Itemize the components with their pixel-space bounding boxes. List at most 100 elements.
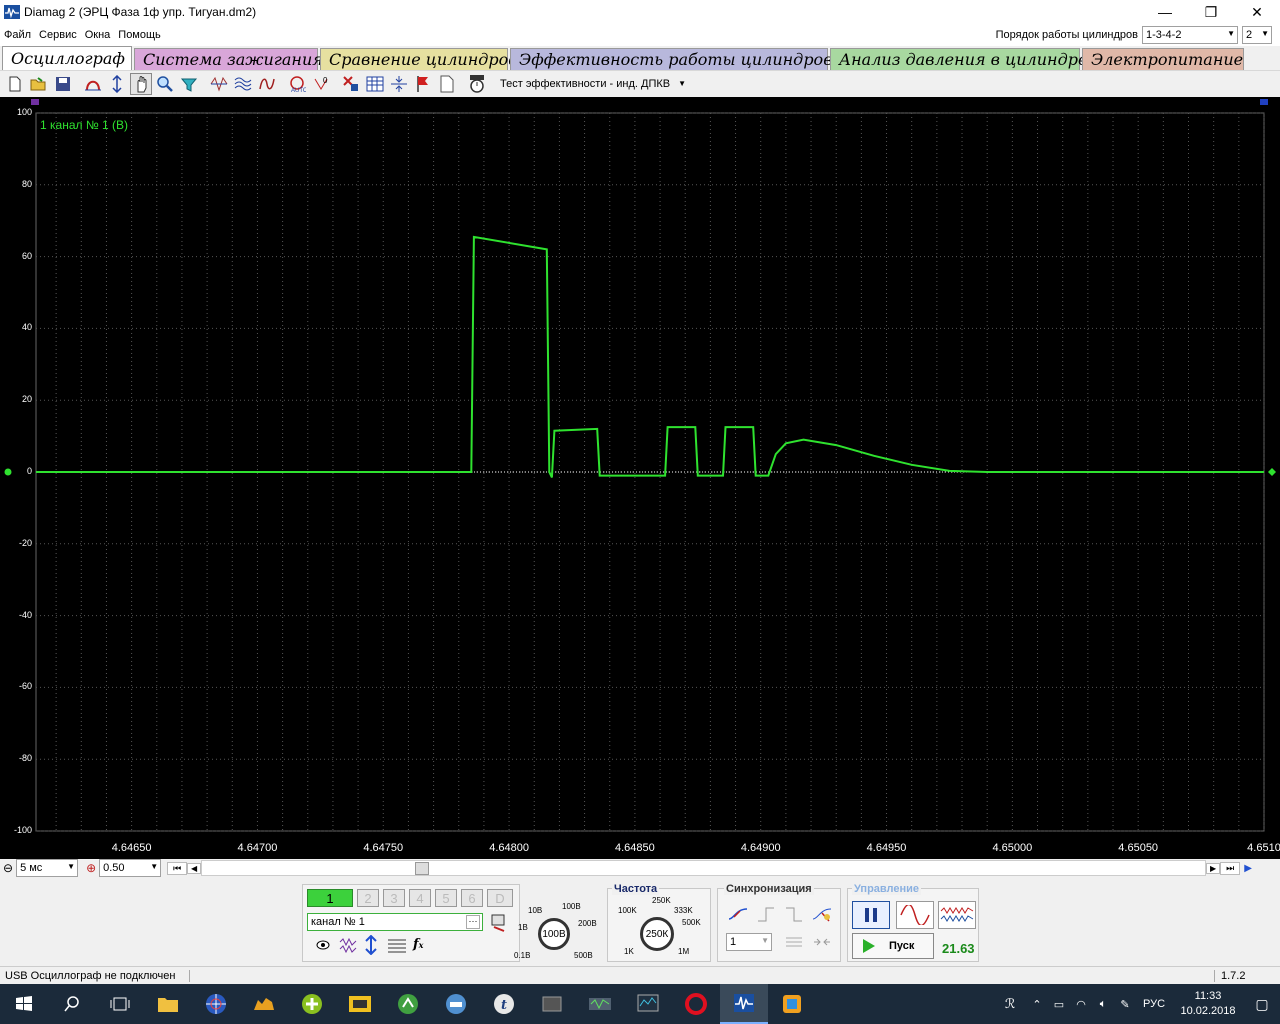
cursor-icon[interactable] (106, 73, 128, 95)
auto-icon[interactable]: AUTO (286, 73, 308, 95)
hand-icon[interactable] (130, 72, 152, 95)
test-select[interactable]: Тест эффективности - инд. ДПКВ ▼ (500, 78, 686, 90)
zoom-in-icon[interactable]: ⊕ (86, 861, 96, 875)
channel-4-button[interactable]: 4 (409, 889, 431, 907)
clock[interactable]: 11:33 10.02.2018 (1172, 989, 1244, 1019)
people-icon[interactable]: ℛ (994, 996, 1026, 1012)
sync-channel-select[interactable]: 1 ▼ (726, 933, 772, 951)
menu-file[interactable]: Файл (0, 29, 35, 41)
new-icon[interactable] (4, 73, 26, 95)
oscilloscope-plot[interactable] (0, 97, 1280, 839)
sync-rising-icon[interactable] (728, 905, 748, 926)
channel-5-button[interactable]: 5 (435, 889, 457, 907)
cylinder-order-select[interactable]: 1-3-4-2 ▼ (1142, 26, 1238, 44)
windows-start-icon[interactable] (0, 984, 48, 1024)
close-button[interactable]: ✕ (1234, 0, 1280, 24)
cylinder-count-select[interactable]: 2 ▼ (1242, 26, 1272, 44)
maximize-button[interactable]: ❐ (1188, 0, 1234, 24)
channel-3-button[interactable]: 3 (383, 889, 405, 907)
next-page-button[interactable]: ▶ (1206, 862, 1221, 874)
file-explorer-icon[interactable] (144, 984, 192, 1024)
zoom-icon[interactable] (154, 73, 176, 95)
diamag-app-icon[interactable] (720, 984, 768, 1024)
app-plus-icon[interactable] (288, 984, 336, 1024)
play-forward-icon[interactable]: ▶ (1240, 863, 1256, 874)
task-view-icon[interactable] (96, 984, 144, 1024)
sync-level-icon[interactable] (784, 933, 804, 954)
browser-globe-icon[interactable] (192, 984, 240, 1024)
marker-icon[interactable] (340, 73, 362, 95)
range-knob[interactable]: 100В (538, 918, 570, 950)
search-icon[interactable] (48, 984, 96, 1024)
wifi-icon[interactable]: ◠ (1070, 998, 1092, 1011)
open-icon[interactable] (28, 73, 50, 95)
minimize-button[interactable]: — (1142, 0, 1188, 24)
language-indicator[interactable]: РУС (1136, 998, 1172, 1010)
zoom-out-icon[interactable]: ⊖ (3, 861, 13, 875)
timebase-select[interactable]: 5 мс ▼ (16, 859, 79, 877)
app-device-icon[interactable] (528, 984, 576, 1024)
channel-name-browse[interactable]: ··· (466, 915, 480, 929)
center-icon[interactable] (388, 73, 410, 95)
page-icon[interactable] (436, 73, 458, 95)
horizontal-scrollbar[interactable] (201, 860, 1207, 876)
math-icon[interactable] (256, 73, 278, 95)
probe-settings-icon[interactable] (489, 913, 509, 936)
lines-icon[interactable] (387, 937, 407, 956)
sync-shift-icon[interactable] (812, 933, 832, 954)
sine-mode-button[interactable] (896, 901, 934, 929)
grid-icon[interactable] (364, 73, 386, 95)
app-square-icon[interactable] (768, 984, 816, 1024)
flag-icon[interactable] (412, 73, 434, 95)
sync-up-icon[interactable] (756, 905, 776, 926)
app-t-icon[interactable]: t (480, 984, 528, 1024)
auto-timer-icon[interactable] (466, 73, 488, 95)
sync-down-icon[interactable] (784, 905, 804, 926)
channel-2-button[interactable]: 2 (357, 889, 379, 907)
frequency-knob[interactable]: 250К (640, 917, 674, 951)
persist-icon[interactable] (208, 73, 230, 95)
average-icon[interactable] (232, 73, 254, 95)
app-scope-icon[interactable] (576, 984, 624, 1024)
chevron-up-icon[interactable]: ⌃ (1026, 998, 1048, 1011)
scrollbar-thumb[interactable] (415, 862, 430, 875)
notifications-icon[interactable]: ▢ (1244, 996, 1280, 1013)
channel-d-button[interactable]: D (487, 889, 513, 907)
channel-name-field[interactable]: канал № 1 ··· (307, 913, 483, 931)
pause-button[interactable] (852, 901, 890, 929)
multi-wave-button[interactable] (938, 901, 976, 929)
last-page-button[interactable]: ⏭ (1220, 861, 1241, 875)
eye-icon[interactable] (315, 937, 331, 956)
tab-ignition[interactable]: Система зажигания (134, 48, 323, 70)
opera-icon[interactable] (672, 984, 720, 1024)
channel-1-button[interactable]: 1 (307, 889, 353, 907)
oscilloscope-view[interactable]: 100 80 60 40 20 0 -20 -40 -60 -80 -100 4.64650 4.64… (0, 97, 1280, 859)
pen-icon[interactable]: ✎ (1114, 998, 1136, 1011)
app-green-icon[interactable] (384, 984, 432, 1024)
sync-auto-icon[interactable] (812, 905, 832, 926)
app-monitor-icon[interactable] (624, 984, 672, 1024)
noise-filter-icon[interactable] (339, 937, 357, 956)
volume-icon[interactable]: 🔈︎ (1092, 998, 1114, 1011)
tab-cylinder-efficiency[interactable]: Эффективность работы цилиндров (510, 48, 833, 70)
measure-icon[interactable] (82, 73, 104, 95)
invert-icon[interactable] (363, 934, 379, 958)
prev-page-button[interactable]: ◀ (187, 862, 202, 874)
channel-6-button[interactable]: 6 (461, 889, 483, 907)
tab-power-supply[interactable]: Электропитание (1082, 48, 1244, 70)
zero-icon[interactable]: 0 (310, 73, 332, 95)
battery-icon[interactable]: ▭ (1048, 998, 1070, 1011)
app-car-icon[interactable] (432, 984, 480, 1024)
tab-cylinder-compare[interactable]: Сравнение цилиндров (320, 48, 518, 70)
tab-pressure-analysis[interactable]: Анализ давления в цилиндре (830, 48, 1087, 70)
tab-oscilloscope[interactable]: Осциллограф (2, 46, 132, 70)
app-dog-icon[interactable] (240, 984, 288, 1024)
menu-windows[interactable]: Окна (81, 29, 115, 41)
gain-select[interactable]: 0.50 ▼ (99, 859, 162, 877)
start-button[interactable]: Пуск (852, 933, 934, 959)
save-icon[interactable] (52, 73, 74, 95)
menu-service[interactable]: Сервис (35, 29, 81, 41)
app-engine-icon[interactable] (336, 984, 384, 1024)
menu-help[interactable]: Помощь (114, 29, 165, 41)
function-icon[interactable]: fx (413, 937, 423, 952)
